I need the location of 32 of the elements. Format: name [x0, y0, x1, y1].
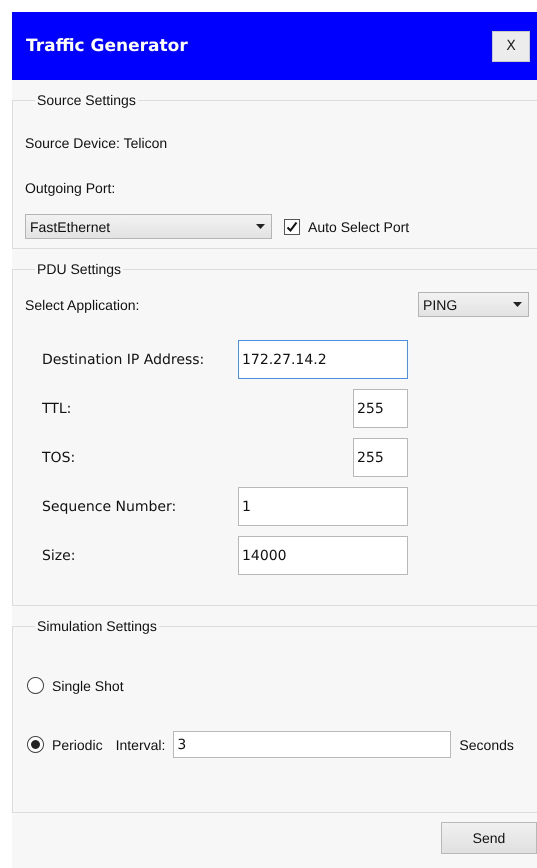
outgoing-port-label: Outgoing Port:: [25, 180, 116, 196]
radio-button[interactable]: [27, 677, 44, 694]
radio-button[interactable]: [27, 736, 44, 753]
field-label: Size:: [42, 548, 76, 564]
interval-field[interactable]: 3: [173, 731, 452, 758]
input-field[interactable]: 255: [353, 438, 408, 477]
input-field[interactable]: 172.27.14.2: [238, 340, 408, 379]
close-button[interactable]: X: [492, 30, 530, 62]
port-dropdown[interactable]: FastEthernet: [25, 214, 272, 239]
input-field[interactable]: 1: [238, 487, 408, 526]
field-label: Destination IP Address:: [42, 352, 204, 368]
group-legend: Simulation Settings: [35, 618, 159, 634]
application-dropdown[interactable]: PING: [418, 292, 529, 317]
field-label: TOS:: [42, 450, 76, 466]
select-application-label: Select Application:: [25, 296, 140, 312]
source-device-label: Source Device: Telicon: [25, 135, 168, 151]
group-legend: Source Settings: [35, 92, 138, 108]
send-button[interactable]: Send: [441, 822, 537, 854]
interval-label: Interval:: [116, 736, 166, 752]
window-title: Traffic Generator: [26, 36, 188, 56]
input-field[interactable]: 14000: [238, 536, 408, 575]
field-label: Sequence Number:: [42, 498, 176, 514]
group-legend: PDU Settings: [35, 261, 124, 277]
auto-select-label: Auto Select Port: [308, 218, 410, 234]
field-label: TTL:: [42, 400, 72, 416]
caret-icon: [513, 302, 522, 307]
seconds-label: Seconds: [459, 736, 514, 752]
mode-label: Single Shot: [52, 678, 124, 694]
input-field[interactable]: 255: [353, 389, 408, 428]
mode-label: Periodic: [52, 736, 103, 752]
auto-select-checkbox[interactable]: [284, 218, 300, 234]
caret-icon: [256, 224, 265, 229]
